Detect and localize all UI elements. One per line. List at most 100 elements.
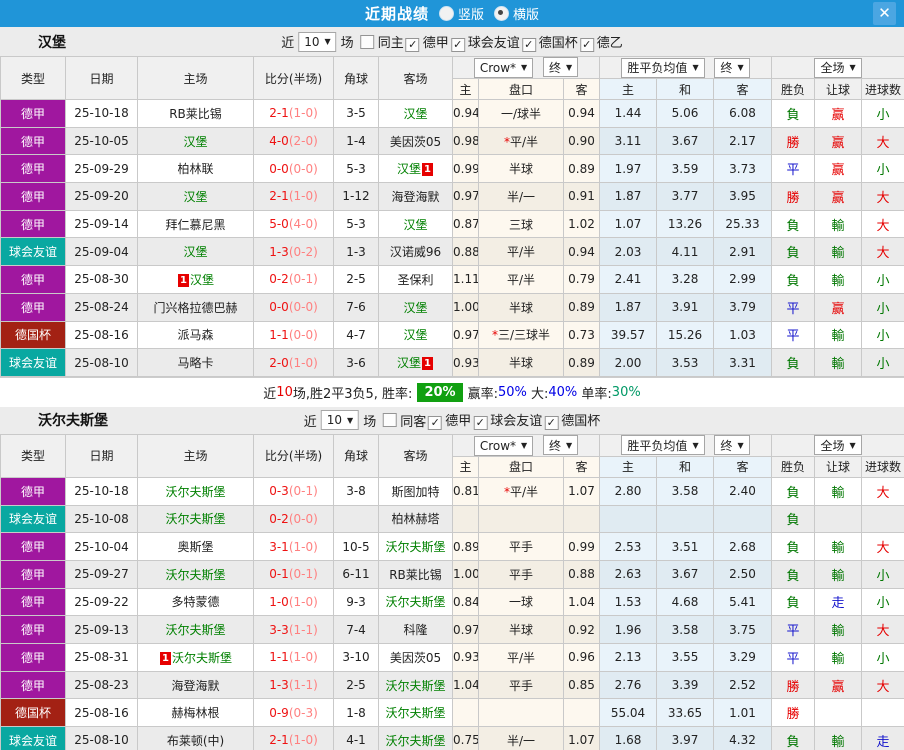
league-checkbox-球会友谊[interactable] bbox=[451, 38, 465, 52]
avg-away bbox=[714, 505, 772, 533]
match-row: 球会友谊25-08-10马略卡2-0(1-0)3-6汉堡10.93半球0.892… bbox=[1, 349, 904, 377]
match-date: 25-10-18 bbox=[66, 477, 138, 505]
odds-provider-select[interactable]: Crow* bbox=[474, 436, 533, 456]
fulltime-score: 2-1 bbox=[269, 189, 289, 203]
odds-away: 0.89 bbox=[564, 349, 600, 377]
result-handicap: 赢 bbox=[815, 671, 862, 699]
focus-team-name: 汉堡 bbox=[183, 245, 207, 259]
score-cell: 0-1(0-1) bbox=[254, 560, 334, 588]
odds-home: 0.81 bbox=[453, 477, 479, 505]
corners-cell: 2-5 bbox=[334, 266, 379, 294]
score-cell: 0-9(0-3) bbox=[254, 699, 334, 727]
result-handicap: 赢 bbox=[815, 183, 862, 211]
focus-team-name: 汉堡 bbox=[403, 301, 427, 315]
corners-cell: 5-3 bbox=[334, 210, 379, 238]
summary-segment: 单率: bbox=[577, 383, 612, 402]
avg-away: 2.91 bbox=[714, 238, 772, 266]
team-cell: 沃尔夫斯堡 bbox=[379, 533, 453, 561]
match-count-select[interactable]: 10 bbox=[321, 410, 359, 430]
fulltime-score: 0-1 bbox=[269, 567, 289, 581]
odds-time-select[interactable]: 终 bbox=[543, 57, 578, 77]
handicap-text: 平/半 bbox=[510, 135, 538, 149]
col-corner: 角球 bbox=[334, 434, 379, 477]
team-cell: 布莱顿(中) bbox=[138, 727, 254, 750]
league-checkbox-德乙[interactable] bbox=[580, 38, 594, 52]
fulltime-select[interactable]: 全场 bbox=[814, 58, 861, 78]
corners-cell: 9-3 bbox=[334, 588, 379, 616]
avg-away: 4.32 bbox=[714, 727, 772, 750]
filter-bar: 近 10 场 同主 德甲球会友谊德国杯德乙 bbox=[281, 32, 623, 52]
avg-draw: 3.53 bbox=[657, 349, 714, 377]
match-row: 德甲25-08-24门兴格拉德巴赫0-0(0-0)7-6汉堡1.00半球0.89… bbox=[1, 293, 904, 321]
opponent-team-name: RB莱比锡 bbox=[169, 107, 222, 121]
opponent-team-name: 柏林联 bbox=[177, 162, 213, 176]
odds-away: 0.91 bbox=[564, 183, 600, 211]
team-cell: 汉堡 bbox=[138, 238, 254, 266]
close-icon[interactable]: ✕ bbox=[873, 2, 896, 25]
same-venue-checkbox[interactable] bbox=[361, 35, 375, 49]
team-cell: 汉堡1 bbox=[379, 155, 453, 183]
avg-away: 3.29 bbox=[714, 644, 772, 672]
league-checkbox-球会友谊[interactable] bbox=[473, 416, 487, 430]
match-row: 德甲25-10-18沃尔夫斯堡0-3(0-1)3-8斯图加特0.81*平/半1.… bbox=[1, 477, 904, 505]
avg-away: 3.79 bbox=[714, 293, 772, 321]
sub-col-odds-away: 客 bbox=[564, 79, 600, 100]
horizontal-layout-radio[interactable] bbox=[494, 6, 509, 21]
handicap-cell: 一球 bbox=[479, 588, 564, 616]
league-checkbox-德甲[interactable] bbox=[428, 416, 442, 430]
corners-cell: 4-1 bbox=[334, 727, 379, 750]
avg-odds-select[interactable]: 胜平负均值 bbox=[621, 435, 704, 455]
odds-provider-select[interactable]: Crow* bbox=[474, 58, 533, 78]
team-cell: 沃尔夫斯堡 bbox=[379, 588, 453, 616]
league-label: 德乙 bbox=[597, 36, 623, 51]
result-outcome: 負 bbox=[772, 266, 815, 294]
team-cell: 门兴格拉德巴赫 bbox=[138, 293, 254, 321]
vertical-layout-radio[interactable] bbox=[439, 6, 454, 21]
avg-time-select[interactable]: 终 bbox=[714, 435, 749, 455]
team-cell: 1汉堡 bbox=[138, 266, 254, 294]
handicap-text: 平/半 bbox=[510, 485, 538, 499]
sub-col-handicap: 盘口 bbox=[479, 456, 564, 477]
avg-draw: 3.91 bbox=[657, 293, 714, 321]
avg-home: 1.53 bbox=[600, 588, 657, 616]
avg-odds-select[interactable]: 胜平负均值 bbox=[621, 58, 704, 78]
competition-type-badge: 德甲 bbox=[1, 588, 66, 616]
sub-col-odds-away: 客 bbox=[564, 456, 600, 477]
fulltime-select[interactable]: 全场 bbox=[814, 435, 861, 455]
avg-time-select[interactable]: 终 bbox=[714, 58, 749, 78]
avg-away: 2.52 bbox=[714, 671, 772, 699]
handicap-cell: 半/一 bbox=[479, 183, 564, 211]
league-checkbox-德国杯[interactable] bbox=[522, 38, 536, 52]
team-cell: 汉堡 bbox=[138, 127, 254, 155]
handicap-cell: 一/球半 bbox=[479, 100, 564, 128]
league-label: 德甲 bbox=[445, 414, 471, 429]
score-cell: 1-3(0-2) bbox=[254, 238, 334, 266]
avg-header-cell: 胜平负均值 终 bbox=[600, 57, 772, 79]
result-goals: 大 bbox=[862, 671, 904, 699]
league-checkbox-德国杯[interactable] bbox=[544, 416, 558, 430]
team-cell: 海登海默 bbox=[379, 183, 453, 211]
focus-team-name: 汉堡 bbox=[190, 273, 214, 287]
halftime-score: (0-0) bbox=[289, 162, 318, 176]
match-date: 25-08-16 bbox=[66, 699, 138, 727]
focus-team-name: 沃尔夫斯堡 bbox=[165, 568, 225, 582]
result-outcome: 負 bbox=[772, 533, 815, 561]
score-cell: 1-0(1-0) bbox=[254, 588, 334, 616]
league-checkbox-德甲[interactable] bbox=[406, 38, 420, 52]
odds-time-select[interactable]: 终 bbox=[543, 435, 578, 455]
match-row: 德国杯25-08-16派马森1-1(0-0)4-7汉堡0.97*三/三球半0.7… bbox=[1, 321, 904, 349]
halftime-score: (4-0) bbox=[289, 217, 318, 231]
match-count-select[interactable]: 10 bbox=[298, 32, 336, 52]
avg-draw: 15.26 bbox=[657, 321, 714, 349]
corners-cell: 1-12 bbox=[334, 183, 379, 211]
odds-home: 0.75 bbox=[453, 727, 479, 750]
corners-cell: 3-5 bbox=[334, 100, 379, 128]
fulltime-score: 0-3 bbox=[269, 484, 289, 498]
team-cell: 汉堡 bbox=[138, 183, 254, 211]
sub-col-avg-home: 主 bbox=[600, 456, 657, 477]
same-venue-checkbox[interactable] bbox=[383, 413, 397, 427]
halftime-score: (0-0) bbox=[289, 512, 318, 526]
competition-type-badge: 德甲 bbox=[1, 616, 66, 644]
halftime-score: (0-0) bbox=[289, 300, 318, 314]
result-goals: 小 bbox=[862, 349, 904, 377]
